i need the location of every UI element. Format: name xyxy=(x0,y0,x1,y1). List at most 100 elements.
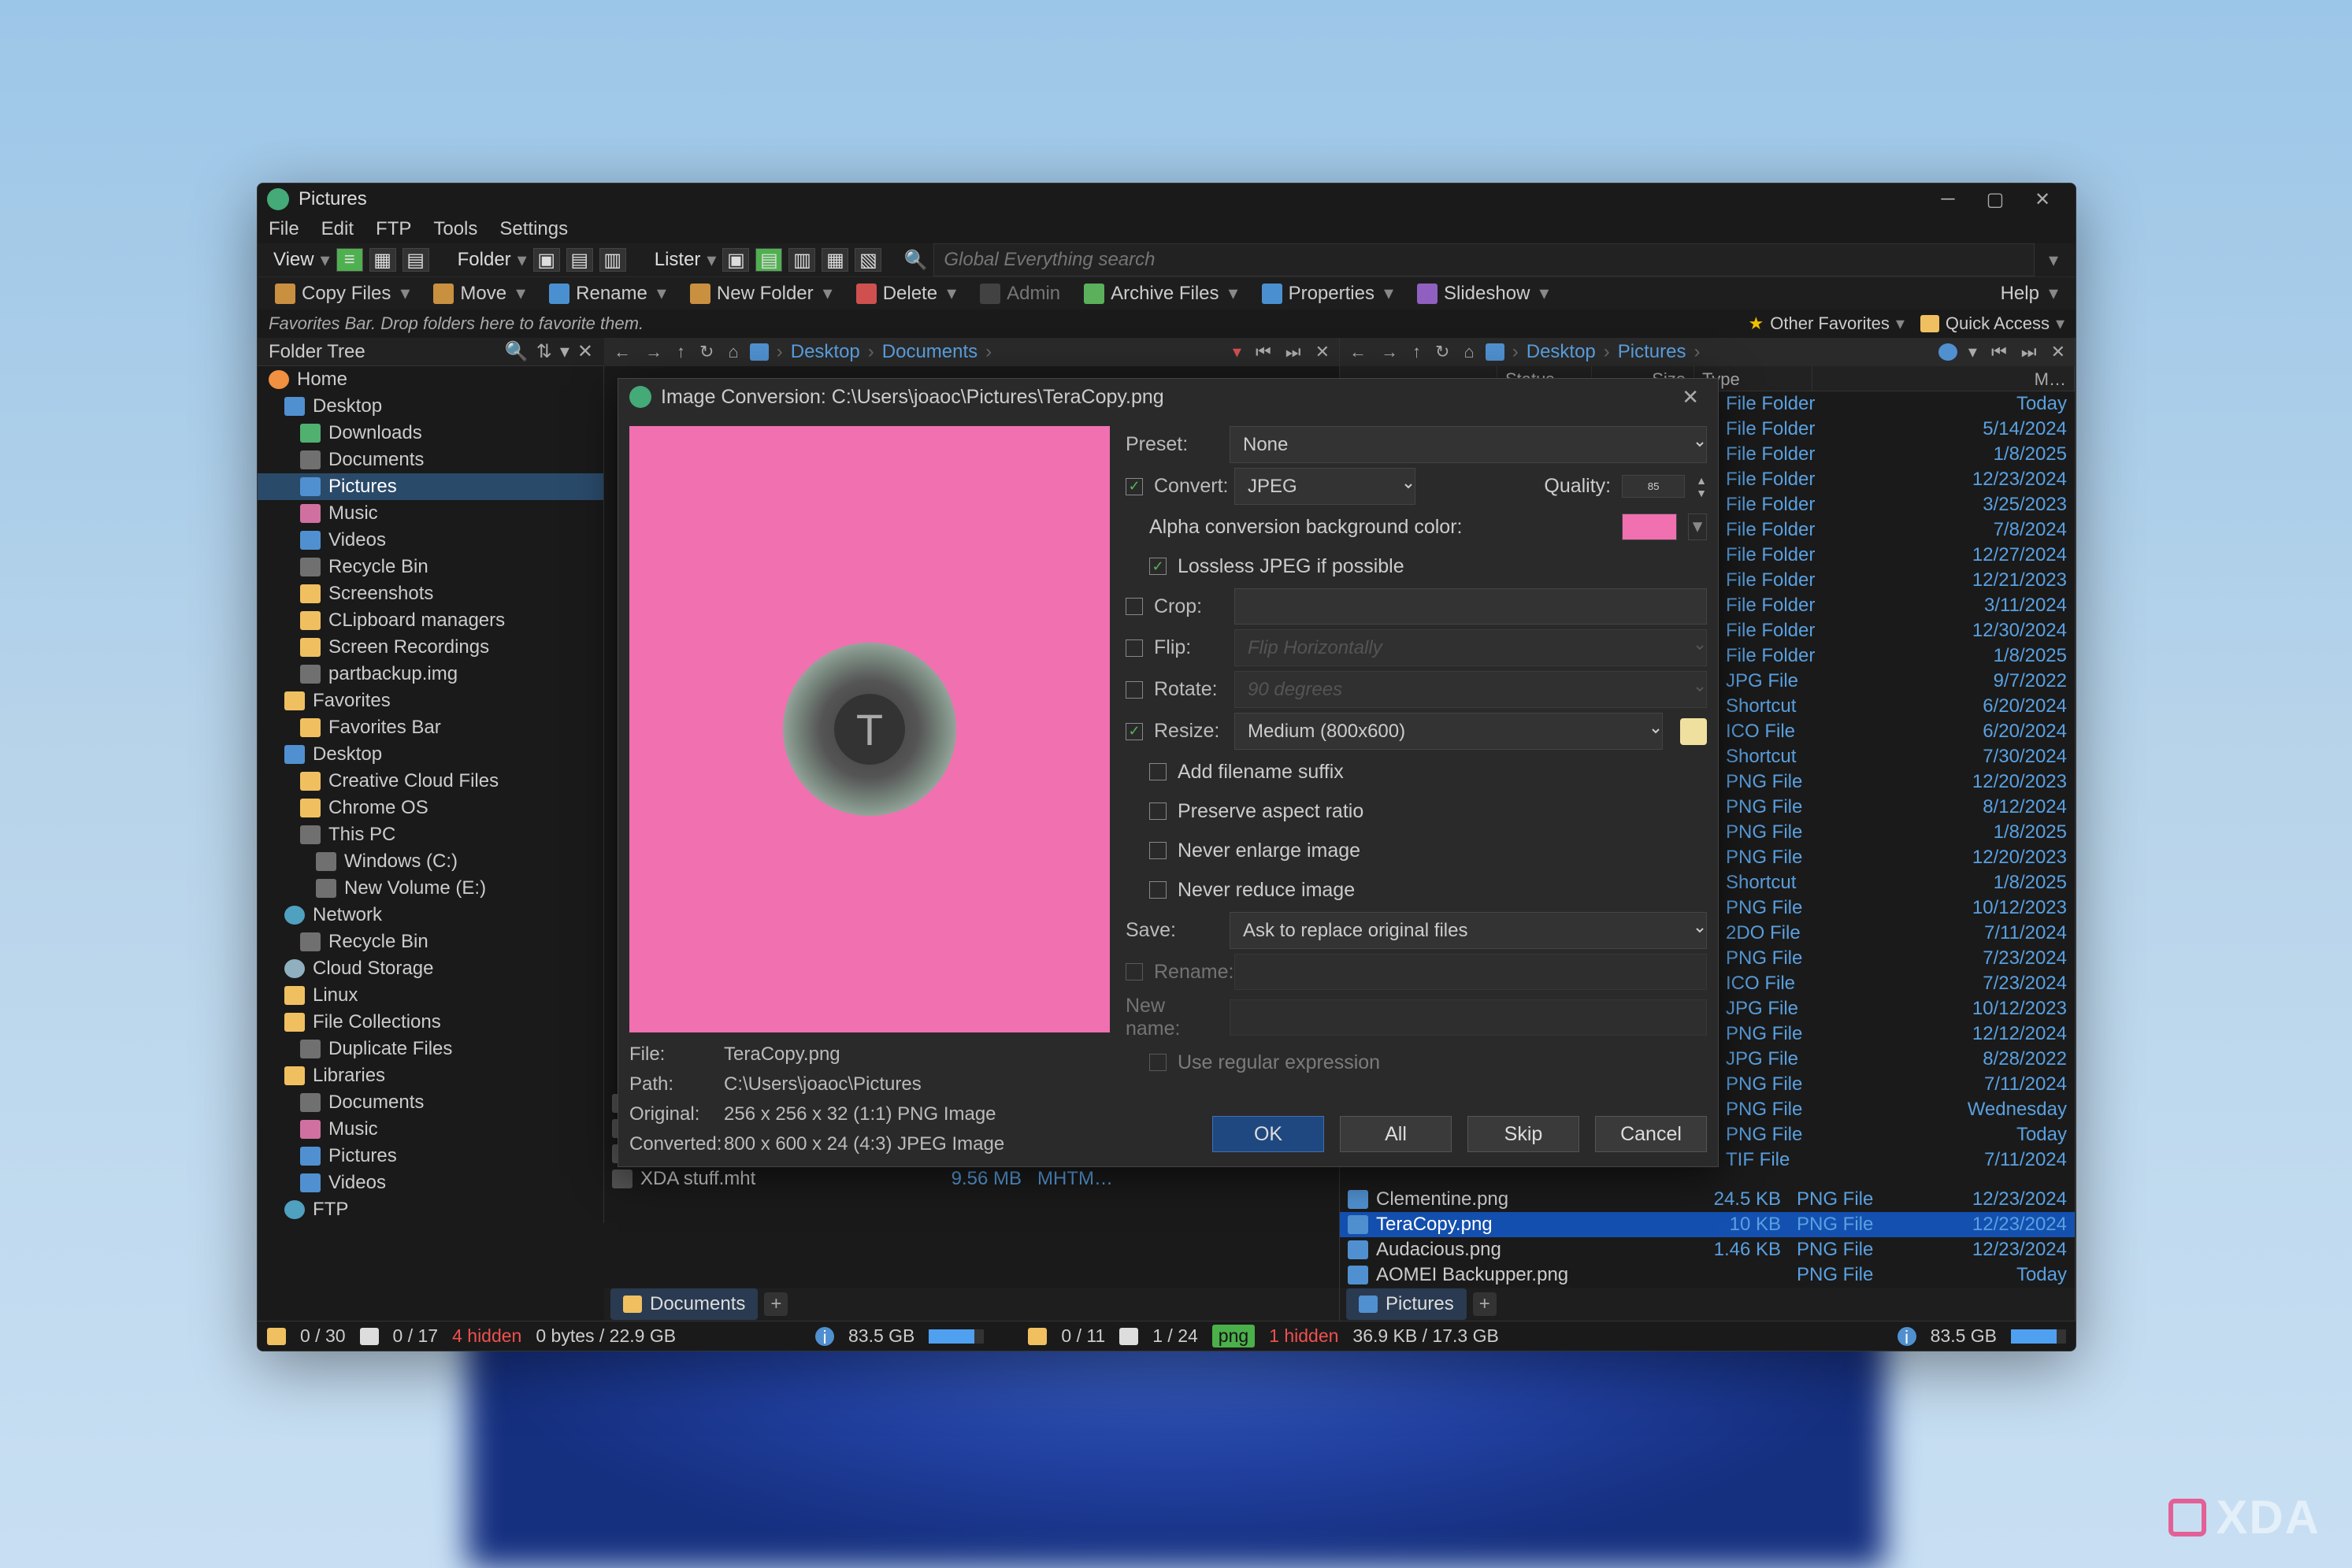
ok-button[interactable]: OK xyxy=(1212,1116,1324,1152)
lossless-checkbox[interactable] xyxy=(1149,558,1167,575)
cancel-button[interactable]: Cancel xyxy=(1595,1116,1707,1152)
tree-item[interactable]: Network xyxy=(258,902,603,929)
folder-mode-2[interactable]: ▤ xyxy=(566,248,593,272)
menu-file[interactable]: File xyxy=(269,218,299,240)
tree-item[interactable]: Linux xyxy=(258,982,603,1009)
tree-item[interactable]: This PC xyxy=(258,821,603,848)
lister-1[interactable]: ▣ xyxy=(722,248,749,272)
tab-documents[interactable]: Documents xyxy=(610,1288,758,1320)
tree-item[interactable]: Favorites Bar xyxy=(258,714,603,741)
resize-select[interactable]: Medium (800x600) xyxy=(1234,713,1663,750)
tree-item[interactable]: Downloads xyxy=(258,420,603,447)
nav-back-icon[interactable]: ← xyxy=(610,342,634,362)
nav-up-icon[interactable]: ↑ xyxy=(673,342,688,362)
bg-color-dropdown[interactable]: ▾ xyxy=(1688,513,1707,540)
aspect-checkbox[interactable] xyxy=(1149,803,1167,820)
global-search-input[interactable] xyxy=(933,243,2035,276)
tree-item[interactable]: Libraries xyxy=(258,1062,603,1089)
tree-item[interactable]: Duplicate Files xyxy=(258,1036,603,1062)
new-folder-button[interactable]: New Folder▾ xyxy=(682,279,840,308)
noreduce-checkbox[interactable] xyxy=(1149,881,1167,899)
info-icon[interactable]: i xyxy=(1898,1327,1916,1346)
resize-checkbox[interactable] xyxy=(1126,723,1143,740)
help-button[interactable]: Help▾ xyxy=(1993,279,2066,308)
suffix-checkbox[interactable] xyxy=(1149,763,1167,780)
tree-item[interactable]: Cloud Storage xyxy=(258,955,603,982)
tree-item[interactable]: Home xyxy=(258,366,603,393)
format-select[interactable]: JPEG xyxy=(1234,468,1415,505)
quality-input[interactable] xyxy=(1622,475,1685,498)
copy-files-button[interactable]: Copy Files▾ xyxy=(267,279,417,308)
tree-item[interactable]: Chrome OS xyxy=(258,795,603,821)
breadcrumb-left[interactable]: ← → ↑ ↻ ⌂ › Desktop › Documents › ▾ ⏮ ⏭ … xyxy=(604,338,1340,366)
favorites-bar[interactable]: Favorites Bar. Drop folders here to favo… xyxy=(258,310,2076,338)
menu-tools[interactable]: Tools xyxy=(433,218,477,240)
tree-item[interactable]: Documents xyxy=(258,1089,603,1116)
lister-label[interactable]: Lister xyxy=(655,249,701,271)
view-label[interactable]: View xyxy=(273,249,314,271)
all-button[interactable]: All xyxy=(1340,1116,1452,1152)
tree-item[interactable]: Recycle Bin xyxy=(258,929,603,955)
folder-label[interactable]: Folder xyxy=(458,249,511,271)
move-button[interactable]: Move▾ xyxy=(425,279,533,308)
nav-back-icon[interactable]: ← xyxy=(1346,342,1370,362)
tree-collapse-icon[interactable]: ⇅ xyxy=(536,340,552,363)
crumb-seg[interactable]: Documents xyxy=(882,341,978,363)
view-thumb-button[interactable]: ▤ xyxy=(403,248,429,272)
lister-2[interactable]: ▤ xyxy=(755,248,782,272)
preset-select[interactable]: None xyxy=(1230,426,1707,463)
tree-item[interactable]: Videos xyxy=(258,527,603,554)
dialog-titlebar[interactable]: Image Conversion: C:\Users\joaoc\Picture… xyxy=(618,379,1718,415)
nav-close-tab[interactable]: ✕ xyxy=(2048,342,2068,362)
close-button[interactable]: ✕ xyxy=(2019,183,2066,215)
list-item[interactable]: AOMEI Backupper.pngPNG FileToday xyxy=(1340,1262,2075,1288)
noenlarge-checkbox[interactable] xyxy=(1149,842,1167,859)
quality-up[interactable]: ▲ xyxy=(1696,474,1707,487)
crop-checkbox[interactable] xyxy=(1126,598,1143,615)
minimize-button[interactable]: ─ xyxy=(1924,183,1972,215)
tree-item[interactable]: Pictures xyxy=(258,473,603,500)
tree-item[interactable]: Creative Cloud Files xyxy=(258,768,603,795)
dialog-close-button[interactable]: ✕ xyxy=(1674,385,1707,410)
view-details-button[interactable]: ≡ xyxy=(336,248,363,272)
rotate-checkbox[interactable] xyxy=(1126,681,1143,699)
menu-ftp[interactable]: FTP xyxy=(376,218,411,240)
right-file-tail[interactable]: Clementine.png24.5 KBPNG File12/23/2024T… xyxy=(1340,1187,2075,1288)
nav-sync-icon[interactable] xyxy=(1938,343,1957,361)
skip-button[interactable]: Skip xyxy=(1467,1116,1579,1152)
other-favorites-button[interactable]: ★Other Favorites▾ xyxy=(1749,313,1905,334)
tree-item[interactable]: Desktop xyxy=(258,741,603,768)
tree-item[interactable]: Screen Recordings xyxy=(258,634,603,661)
tree-item[interactable]: Pictures xyxy=(258,1143,603,1170)
bg-color-swatch[interactable] xyxy=(1622,513,1677,540)
nav-menu-icon[interactable]: ▾ xyxy=(1965,342,1980,362)
nav-prev-tab[interactable]: ⏮ xyxy=(1252,342,1274,362)
tree-item[interactable]: File Collections xyxy=(258,1009,603,1036)
archive-button[interactable]: Archive Files▾ xyxy=(1076,279,1245,308)
list-item[interactable]: Clementine.png24.5 KBPNG File12/23/2024 xyxy=(1340,1187,2075,1212)
nav-refresh-icon[interactable]: ↻ xyxy=(696,342,717,362)
nav-desktop-icon[interactable] xyxy=(1486,343,1504,361)
menu-settings[interactable]: Settings xyxy=(499,218,568,240)
breadcrumb-right[interactable]: ← → ↑ ↻ ⌂ › Desktop › Pictures › ▾ ⏮ ⏭ xyxy=(1340,338,2076,366)
tree-item[interactable]: FTP xyxy=(258,1196,603,1223)
nav-home-icon[interactable]: ⌂ xyxy=(1460,342,1477,362)
lister-3[interactable]: ▥ xyxy=(788,248,815,272)
slideshow-button[interactable]: Slideshow▾ xyxy=(1409,279,1556,308)
convert-checkbox[interactable] xyxy=(1126,478,1143,495)
quality-down[interactable]: ▼ xyxy=(1696,487,1707,499)
properties-button[interactable]: Properties▾ xyxy=(1254,279,1401,308)
maximize-button[interactable]: ▢ xyxy=(1972,183,2019,215)
nav-refresh-icon[interactable]: ↻ xyxy=(1432,342,1452,362)
tree-menu-icon[interactable]: ▾ xyxy=(560,340,569,363)
list-item[interactable]: TeraCopy.png10 KBPNG File12/23/2024 xyxy=(1340,1212,2075,1237)
tree-item[interactable]: Recycle Bin xyxy=(258,554,603,580)
menu-edit[interactable]: Edit xyxy=(321,218,354,240)
nav-prev-tab[interactable]: ⏮ xyxy=(1988,342,2010,362)
info-icon[interactable]: i xyxy=(815,1327,834,1346)
tree-close-icon[interactable]: ✕ xyxy=(577,340,593,363)
nav-up-icon[interactable]: ↑ xyxy=(1409,342,1424,362)
view-tiles-button[interactable]: ▦ xyxy=(369,248,396,272)
nav-next-tab[interactable]: ⏭ xyxy=(2018,342,2040,362)
folder-tree[interactable]: HomeDesktopDownloadsDocumentsPicturesMus… xyxy=(258,366,604,1223)
